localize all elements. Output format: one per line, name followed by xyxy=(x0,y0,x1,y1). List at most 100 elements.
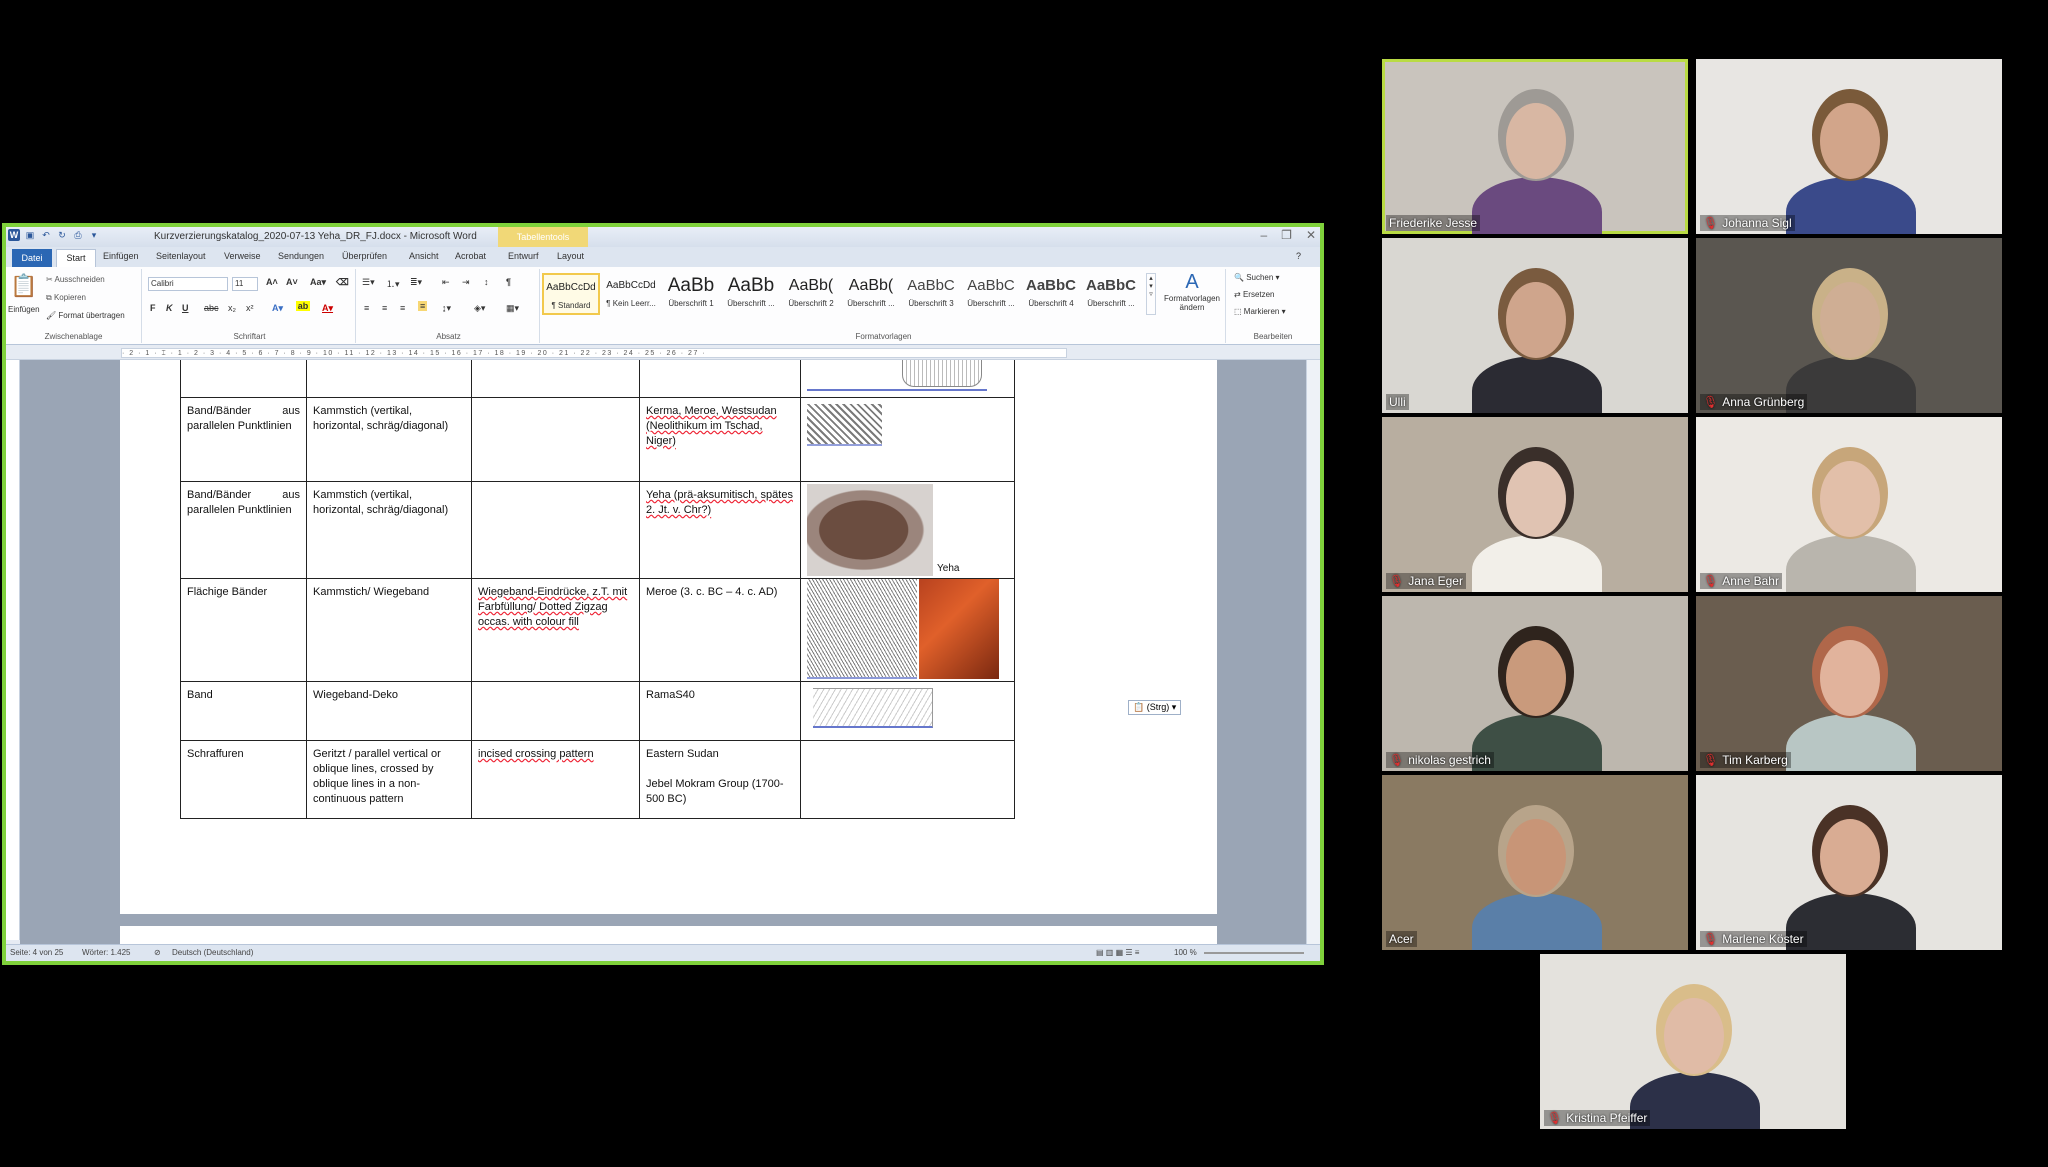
proofing-icon[interactable]: ⊘ xyxy=(154,948,161,957)
table-cell[interactable] xyxy=(471,681,640,741)
minimize-button[interactable]: – xyxy=(1260,228,1267,242)
page-count[interactable]: Seite: 4 von 25 xyxy=(10,948,63,957)
table-cell[interactable]: Yeha xyxy=(800,481,1015,579)
view-buttons[interactable]: ▤ ▥ ▦ ☰ ≡ xyxy=(1096,948,1139,957)
tab-ansicht[interactable]: Ansicht xyxy=(409,251,439,261)
table-cell[interactable]: Wiegeband-Eindrücke, z.T. mit Farbfüllun… xyxy=(471,578,640,682)
cut-button[interactable]: ✂ Ausschneiden xyxy=(46,275,105,284)
text-effects-icon[interactable]: A▾ xyxy=(272,303,283,314)
style-ueberschrift-2b[interactable]: AaBb(Überschrift ... xyxy=(842,273,900,315)
grow-font-icon[interactable]: A˄ xyxy=(266,277,278,287)
table-row[interactable]: Schraffuren Geritzt / parallel vertical … xyxy=(180,740,1015,819)
paste-button[interactable]: Einfügen xyxy=(8,305,40,314)
participant-tile[interactable]: Friederike Jesse xyxy=(1382,59,1688,234)
table-cell[interactable]: Kammstich (vertikal, horizontal, schräg/… xyxy=(306,397,472,482)
styles-scroll[interactable]: ▴ ▾ ▿ xyxy=(1146,273,1156,315)
participant-tile[interactable]: Acer xyxy=(1382,775,1688,950)
table-cell[interactable] xyxy=(800,578,1015,682)
table-cell[interactable]: Eastern Sudan Jebel Mokram Group (1700-5… xyxy=(639,740,801,819)
maximize-button[interactable]: ❐ xyxy=(1281,228,1292,242)
increase-indent-icon[interactable]: ⇥ xyxy=(462,277,470,288)
underline-button[interactable]: U xyxy=(182,303,189,313)
paste-options-button[interactable]: 📋 (Strg) ▾ xyxy=(1128,700,1182,715)
table-cell[interactable]: Geritzt / parallel vertical or oblique l… xyxy=(306,740,472,819)
vertical-ruler[interactable] xyxy=(6,360,20,940)
tab-layout[interactable]: Layout xyxy=(557,251,584,261)
vertical-scrollbar[interactable] xyxy=(1306,360,1320,948)
table-cell[interactable]: Kerma, Meroe, Westsudan (Neolithikum im … xyxy=(639,397,801,482)
font-name-select[interactable]: Calibri xyxy=(148,277,228,291)
document-page[interactable]: Band/Bänder aus parallelen Punktlinien K… xyxy=(120,360,1217,914)
table-cell[interactable]: Band/Bänder aus parallelen Punktlinien xyxy=(180,481,307,579)
table-cell[interactable]: Kammstich (vertikal, horizontal, schräg/… xyxy=(306,481,472,579)
customize-icon[interactable]: ▾ xyxy=(88,229,100,241)
sort-icon[interactable]: ↕ xyxy=(484,277,489,287)
tab-seitenlayout[interactable]: Seitenlayout xyxy=(156,251,206,261)
italic-button[interactable]: K xyxy=(166,303,173,313)
table-cell[interactable]: Flächige Bänder xyxy=(180,578,307,682)
participant-tile[interactable]: 🎙︎ Jana Eger xyxy=(1382,417,1688,592)
table-cell[interactable] xyxy=(471,481,640,579)
table-cell[interactable] xyxy=(471,397,640,482)
style-ueberschrift-1[interactable]: AaBb Überschrift 1 xyxy=(662,273,720,315)
participant-tile[interactable]: 🎙︎ nikolas gestrich xyxy=(1382,596,1688,771)
table-cell[interactable]: Band/Bänder aus parallelen Punktlinien xyxy=(180,397,307,482)
word-count[interactable]: Wörter: 1.425 xyxy=(82,948,130,957)
superscript-button[interactable]: x² xyxy=(246,303,254,313)
table-cell[interactable] xyxy=(306,360,472,398)
catalog-table[interactable]: Band/Bänder aus parallelen Punktlinien K… xyxy=(180,360,1015,819)
participant-tile[interactable]: 🎙︎ Kristina Pfeiffer xyxy=(1540,954,1846,1129)
zoom-level[interactable]: 100 % xyxy=(1174,948,1197,957)
save-icon[interactable]: ▣ xyxy=(24,229,36,241)
table-cell[interactable]: Band xyxy=(180,681,307,741)
table-row[interactable]: Band Wiegeband-Deko RamaS40 xyxy=(180,681,1015,741)
participant-tile[interactable]: 🎙︎ Tim Karberg xyxy=(1696,596,2002,771)
style-kein-leerraum[interactable]: AaBbCcDd ¶ Kein Leerr... xyxy=(602,273,660,315)
align-right-icon[interactable]: ≡ xyxy=(400,303,405,313)
numbering-icon[interactable]: ⒈▾ xyxy=(386,277,400,290)
style-standard[interactable]: AaBbCcDd ¶ Standard xyxy=(542,273,600,315)
tab-datei[interactable]: Datei xyxy=(12,249,52,267)
font-color-icon[interactable]: A▾ xyxy=(322,303,333,314)
borders-icon[interactable]: ▦▾ xyxy=(506,303,519,314)
participant-tile[interactable]: 🎙︎ Anne Bahr xyxy=(1696,417,2002,592)
help-icon[interactable]: ? xyxy=(1296,251,1301,261)
table-cell[interactable]: Meroe (3. c. BC – 4. c. AD) xyxy=(639,578,801,682)
change-case-icon[interactable]: Aa▾ xyxy=(310,277,326,288)
subscript-button[interactable]: x₂ xyxy=(228,303,236,313)
table-cell[interactable]: Kammstich/ Wiegeband xyxy=(306,578,472,682)
style-ueberschrift-3b[interactable]: AaBbC Überschrift ... xyxy=(962,273,1020,315)
format-painter-button[interactable]: 🖌 Format übertragen xyxy=(46,311,125,320)
participant-tile[interactable]: 🎙︎ Johanna Sigl xyxy=(1696,59,2002,234)
table-cell[interactable] xyxy=(180,360,307,398)
table-cell[interactable] xyxy=(471,360,640,398)
undo-icon[interactable]: ↶ xyxy=(40,229,52,241)
table-cell[interactable] xyxy=(800,397,1015,482)
close-button[interactable]: ✕ xyxy=(1306,228,1316,242)
clear-format-icon[interactable]: ⌫ xyxy=(336,277,349,288)
style-ueberschrift-4b[interactable]: AaBbC Überschrift ... xyxy=(1082,273,1140,315)
table-row[interactable]: Band/Bänder aus parallelen Punktlinien K… xyxy=(180,481,1015,579)
tab-entwurf[interactable]: Entwurf xyxy=(508,251,539,261)
table-cell[interactable] xyxy=(800,681,1015,741)
redo-icon[interactable]: ↻ xyxy=(56,229,68,241)
line-spacing-icon[interactable]: ↨▾ xyxy=(442,303,451,314)
copy-button[interactable]: ⧉ Kopieren xyxy=(46,293,86,303)
change-styles-button[interactable]: A Formatvorlagen ändern xyxy=(1162,271,1222,312)
style-ueberschrift-2[interactable]: AaBb(Überschrift 2 xyxy=(782,273,840,315)
tab-acrobat[interactable]: Acrobat xyxy=(455,251,486,261)
tab-ueberpruefen[interactable]: Überprüfen xyxy=(342,251,387,261)
bold-button[interactable]: F xyxy=(150,303,156,313)
participant-tile[interactable]: Ulli xyxy=(1382,238,1688,413)
language[interactable]: Deutsch (Deutschland) xyxy=(172,948,253,957)
shading-icon[interactable]: ◈▾ xyxy=(474,303,485,314)
find-button[interactable]: 🔍 Suchen ▾ xyxy=(1234,273,1280,282)
align-center-icon[interactable]: ≡ xyxy=(382,303,387,313)
participant-tile[interactable]: 🎙︎ Marlene Köster xyxy=(1696,775,2002,950)
font-size-select[interactable]: 11 xyxy=(232,277,258,291)
print-icon[interactable]: ⎙ xyxy=(72,229,84,241)
zoom-slider[interactable] xyxy=(1204,952,1304,954)
style-ueberschrift-1b[interactable]: AaBb Überschrift ... xyxy=(722,273,780,315)
table-cell[interactable]: incised crossing pattern xyxy=(471,740,640,819)
participant-tile[interactable]: 🎙︎ Anna Grünberg xyxy=(1696,238,2002,413)
